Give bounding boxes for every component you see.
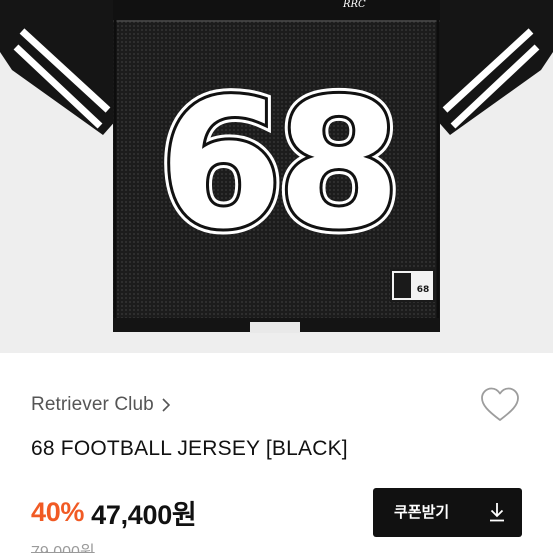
sale-price: 47,400원: [91, 499, 197, 530]
svg-text:68: 68: [417, 285, 430, 295]
chevron-right-icon: [162, 398, 170, 412]
jersey-illustration: RRC 68 68 68 68: [0, 0, 553, 333]
download-icon: [488, 502, 506, 522]
brand-link[interactable]: Retriever Club: [31, 392, 170, 418]
heart-outline-icon: [481, 387, 519, 421]
product-title: 68 FOOTBALL JERSEY [BLACK]: [31, 437, 348, 460]
jersey-label: 68: [390, 269, 435, 302]
jersey-logo: RRC: [342, 0, 366, 10]
svg-text:68: 68: [159, 61, 395, 268]
wishlist-button[interactable]: [480, 386, 520, 424]
product-detail-page: RRC 68 68 68 68 Retriever Club 68 FOOTBA…: [0, 0, 553, 553]
price-row: 40% 47,400원: [31, 495, 197, 530]
jersey-number: 68 68 68: [153, 55, 407, 274]
coupon-button-label: 쿠폰받기: [394, 504, 450, 521]
coupon-download-button[interactable]: 쿠폰받기: [373, 488, 522, 537]
product-image[interactable]: RRC 68 68 68 68: [0, 0, 553, 353]
brand-name: Retriever Club: [31, 394, 154, 415]
original-price: 79,000원: [31, 544, 95, 553]
discount-rate: 40%: [31, 496, 85, 527]
